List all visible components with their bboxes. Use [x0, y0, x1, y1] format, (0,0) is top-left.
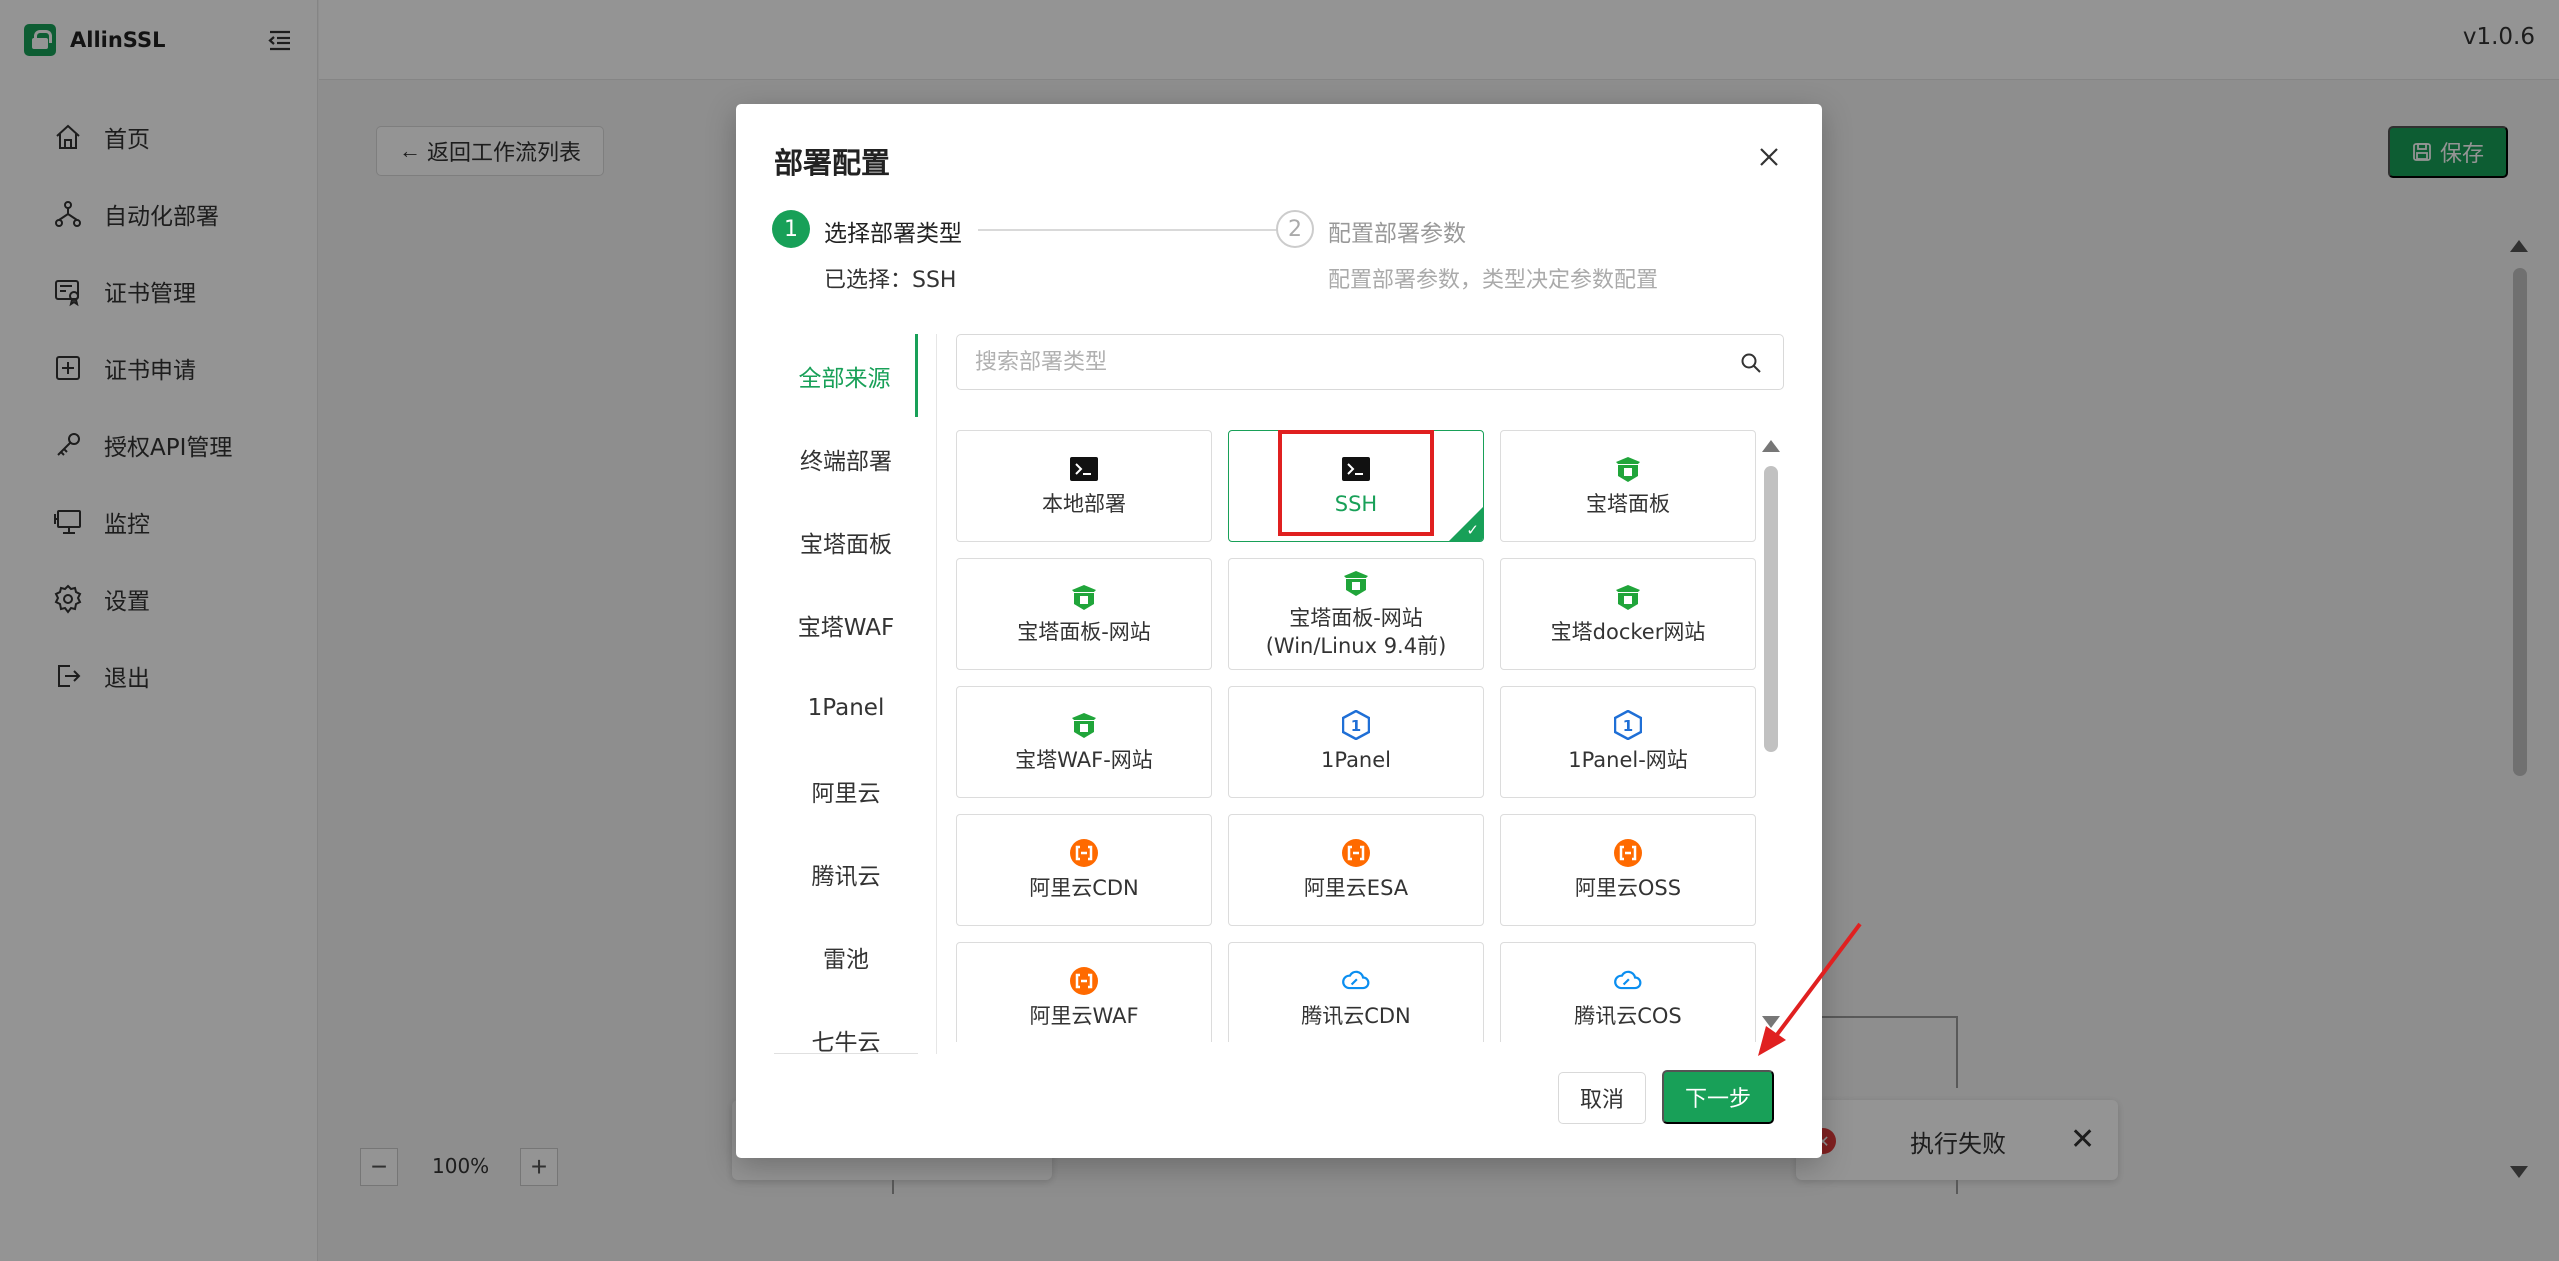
deploy-type-label: 宝塔面板 [1586, 492, 1670, 516]
deploy-type-card[interactable]: 1 1Panel-网站 [1500, 686, 1756, 798]
baota-icon [1613, 454, 1643, 484]
category-divider [936, 334, 937, 1054]
deploy-type-card[interactable]: 阿里云OSS [1500, 814, 1756, 926]
checkmark-icon: ✓ [1466, 521, 1479, 539]
category-item-baota-waf[interactable]: 宝塔WAF [774, 583, 918, 666]
category-item-safeline[interactable]: 雷池 [774, 915, 918, 998]
category-item-all[interactable]: 全部来源 [774, 334, 918, 417]
category-item-qiniu[interactable]: 七牛云 [774, 998, 918, 1054]
deploy-type-card[interactable]: 宝塔面板-网站 [956, 558, 1212, 670]
category-item-baota-panel[interactable]: 宝塔面板 [774, 500, 918, 583]
search-icon[interactable] [1739, 351, 1763, 375]
deploy-type-card[interactable]: 1 1Panel [1228, 686, 1484, 798]
deploy-type-card[interactable]: 宝塔面板-网站 (Win/Linux 9.4前) [1228, 558, 1484, 670]
close-icon[interactable] [1754, 142, 1784, 172]
aliyun-icon [1341, 838, 1371, 868]
step-2-description: 配置部署参数，类型决定参数配置 [1328, 268, 1659, 293]
deploy-type-card[interactable]: 本地部署 [956, 430, 1212, 542]
annotation-highlight-box [1278, 430, 1434, 536]
step-2-number: 2 [1276, 210, 1314, 248]
svg-text:1: 1 [1623, 717, 1633, 735]
tencent-cloud-icon [1341, 966, 1371, 996]
deploy-type-card[interactable]: 宝塔WAF-网站 [956, 686, 1212, 798]
deploy-type-card[interactable]: 阿里云WAF [956, 942, 1212, 1042]
1panel-icon: 1 [1341, 710, 1371, 740]
baota-icon [1069, 582, 1099, 612]
scroll-up-arrow[interactable] [1762, 440, 1780, 452]
search-input[interactable] [975, 335, 1715, 389]
deploy-type-label: 宝塔面板-网站 (Win/Linux 9.4前) [1265, 606, 1447, 658]
deploy-type-label: 腾讯云COS [1574, 1004, 1682, 1028]
deploy-type-label: 腾讯云CDN [1301, 1004, 1411, 1028]
step-1-number: 1 [772, 210, 810, 248]
aliyun-icon [1613, 838, 1643, 868]
next-step-button[interactable]: 下一步 [1662, 1070, 1774, 1124]
deploy-type-label: 阿里云WAF [1029, 1004, 1139, 1028]
aliyun-icon [1069, 838, 1099, 868]
deploy-type-label: 阿里云CDN [1029, 876, 1139, 900]
deploy-config-modal: 部署配置 1 选择部署类型 已选择：SSH 2 配置部署参数 配置部署参数，类型… [736, 104, 1822, 1158]
deploy-type-card[interactable]: 腾讯云COS [1500, 942, 1756, 1042]
terminal-icon [1069, 454, 1099, 484]
deploy-type-label: 本地部署 [1042, 492, 1126, 516]
tencent-cloud-icon [1613, 966, 1643, 996]
baota-icon [1613, 582, 1643, 612]
deploy-type-card[interactable]: 腾讯云CDN [1228, 942, 1484, 1042]
category-list: 全部来源 终端部署 宝塔面板 宝塔WAF 1Panel 阿里云 腾讯云 雷池 七… [774, 334, 918, 1054]
deploy-type-card[interactable]: 宝塔docker网站 [1500, 558, 1756, 670]
baota-icon [1069, 710, 1099, 740]
search-box [956, 334, 1784, 390]
step-connector-line [978, 229, 1300, 231]
app-root: AllinSSL 首页 自动化部署 证书管理 证书申请 授权API管理 监控 设… [0, 0, 2559, 1261]
deploy-type-label: 1Panel [1320, 748, 1391, 772]
deploy-type-label: 阿里云OSS [1574, 876, 1682, 900]
grid-scrollbar-thumb[interactable] [1764, 466, 1778, 752]
category-item-1panel[interactable]: 1Panel [774, 666, 918, 749]
deploy-type-label: 1Panel-网站 [1568, 748, 1688, 772]
modal-title: 部署配置 [774, 146, 891, 180]
baota-icon [1341, 568, 1371, 598]
deploy-type-card[interactable]: 阿里云ESA [1228, 814, 1484, 926]
step-1-title: 选择部署类型 [824, 221, 962, 247]
aliyun-icon [1069, 966, 1099, 996]
deploy-type-card[interactable]: 宝塔面板 [1500, 430, 1756, 542]
category-item-tencent[interactable]: 腾讯云 [774, 832, 918, 915]
deploy-type-label: 宝塔面板-网站 [1017, 620, 1151, 644]
category-item-aliyun[interactable]: 阿里云 [774, 749, 918, 832]
deploy-type-label: 阿里云ESA [1303, 876, 1409, 900]
step-1-description: 已选择：SSH [824, 268, 957, 293]
svg-text:1: 1 [1351, 717, 1361, 735]
deploy-type-label: 宝塔docker网站 [1550, 620, 1706, 644]
step-2-title: 配置部署参数 [1328, 221, 1466, 247]
annotation-arrow-icon [1758, 922, 1862, 1056]
deploy-type-label: 宝塔WAF-网站 [1015, 748, 1153, 772]
deploy-type-card[interactable]: 阿里云CDN [956, 814, 1212, 926]
cancel-button[interactable]: 取消 [1558, 1072, 1646, 1124]
1panel-icon: 1 [1613, 710, 1643, 740]
category-item-terminal[interactable]: 终端部署 [774, 417, 918, 500]
